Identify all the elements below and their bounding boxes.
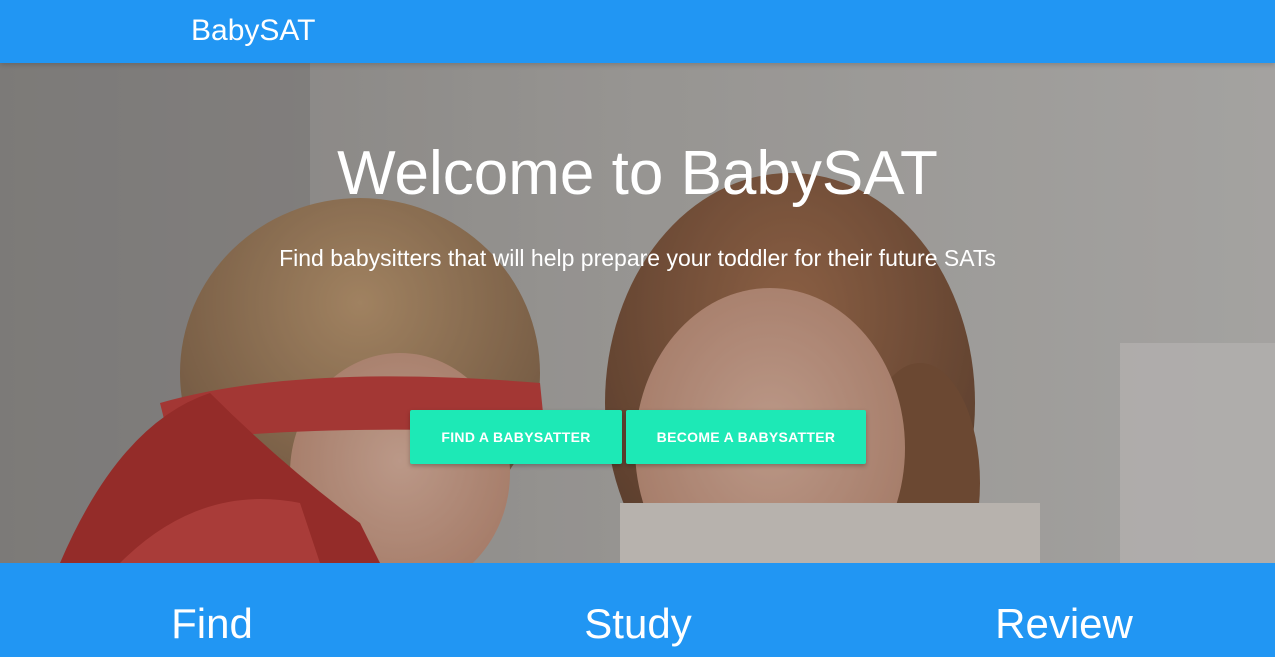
brand-logo-link[interactable]: BabySAT <box>191 12 316 50</box>
hero-section: Welcome to BabySAT Find babysitters that… <box>0 63 1275 563</box>
find-babysatter-button[interactable]: FIND A BABYSATTER <box>410 410 622 464</box>
feature-review-heading: Review <box>995 600 1133 647</box>
hero-title: Welcome to BabySAT <box>337 139 938 208</box>
feature-study-heading: Study <box>584 600 692 647</box>
become-babysatter-button[interactable]: BECOME A BABYSATTER <box>626 410 866 464</box>
hero-subtitle: Find babysitters that will help prepare … <box>279 245 996 271</box>
feature-find-heading: Find <box>171 600 253 647</box>
top-navbar: BabySAT <box>0 0 1275 63</box>
features-section: Find Study Review <box>0 563 1275 657</box>
